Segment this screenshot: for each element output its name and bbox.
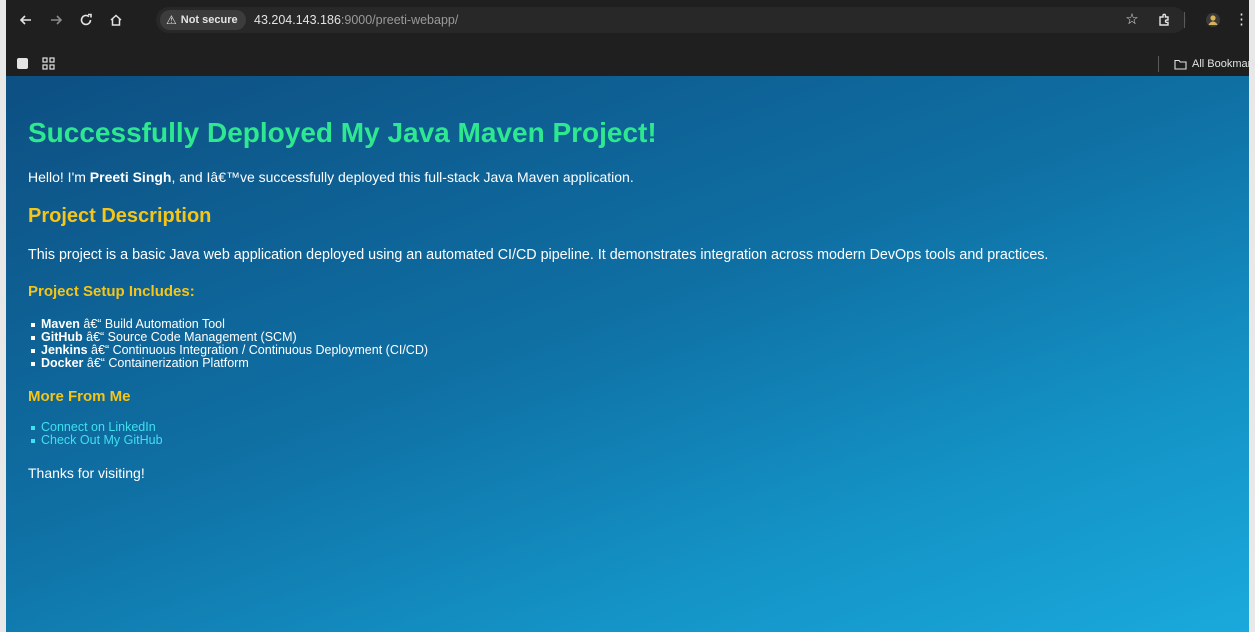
security-chip[interactable]: ⚠ Not secure	[160, 10, 246, 30]
toolbar-separator	[1184, 12, 1185, 28]
tool-detail: â€“ Source Code Management (SCM)	[82, 330, 297, 344]
links-list: Connect on LinkedIn Check Out My GitHub	[28, 421, 1227, 447]
tool-name: Maven	[41, 317, 80, 331]
intro-suffix: , and Iâ€™ve successfully deployed this …	[171, 169, 634, 185]
intro-prefix: Hello! I'm	[28, 169, 90, 185]
all-bookmarks-label: All Bookmarks	[1192, 58, 1255, 70]
tool-detail: â€“ Containerization Platform	[83, 356, 249, 370]
security-label: Not secure	[180, 14, 238, 26]
warning-icon: ⚠	[166, 13, 177, 27]
back-icon[interactable]	[16, 10, 36, 30]
tool-detail: â€“ Build Automation Tool	[79, 317, 225, 331]
description-heading: Project Description	[28, 205, 212, 227]
folder-icon	[1174, 59, 1187, 70]
page-viewport: Successfully Deployed My Java Maven Proj…	[6, 76, 1249, 632]
profile-avatar-icon[interactable]	[1202, 10, 1224, 30]
bookmarks-bar: All Bookmarks	[6, 52, 1255, 76]
browser-window: ⚠ Not secure 43.204.143.186:9000/preeti-…	[0, 0, 1255, 632]
forward-icon[interactable]	[46, 10, 66, 30]
thanks-text: Thanks for visiting!	[28, 465, 145, 481]
extensions-icon[interactable]	[1154, 10, 1174, 30]
browser-toolbar: ⚠ Not secure 43.204.143.186:9000/preeti-…	[6, 0, 1249, 52]
setup-heading: Project Setup Includes:	[28, 283, 195, 300]
tool-name: GitHub	[41, 330, 83, 344]
sidebar-icon[interactable]	[16, 57, 29, 75]
url-host: 43.204.143.186	[254, 13, 341, 27]
tool-name: Jenkins	[41, 343, 88, 357]
url-path: :9000/preeti-webapp/	[340, 13, 459, 27]
url-text[interactable]: 43.204.143.186:9000/preeti-webapp/	[254, 7, 458, 33]
tool-name: Docker	[41, 356, 84, 370]
list-item: Connect on LinkedIn	[28, 421, 1227, 434]
reload-icon[interactable]	[76, 10, 96, 30]
page-title: Successfully Deployed My Java Maven Proj…	[28, 117, 657, 148]
bookmarks-separator	[1158, 56, 1159, 72]
setup-list: Maven â€“ Build Automation Tool GitHub â…	[28, 318, 1227, 370]
intro-text: Hello! I'm Preeti Singh, and Iâ€™ve succ…	[28, 168, 1227, 186]
star-icon[interactable]: ☆	[1122, 10, 1142, 30]
menu-icon[interactable]: ⋮	[1234, 10, 1249, 30]
tool-detail: â€“ Continuous Integration / Continuous …	[87, 343, 429, 357]
list-item: Check Out My GitHub	[28, 434, 1227, 447]
all-bookmarks-button[interactable]: All Bookmarks	[1174, 52, 1255, 76]
address-bar[interactable]: ⚠ Not secure 43.204.143.186:9000/preeti-…	[156, 7, 1186, 33]
author-name: Preeti Singh	[89, 169, 172, 185]
more-heading: More From Me	[28, 388, 131, 405]
apps-grid-icon[interactable]	[42, 57, 55, 75]
linkedin-link[interactable]: Connect on LinkedIn	[41, 420, 156, 434]
home-icon[interactable]	[106, 10, 126, 30]
github-link[interactable]: Check Out My GitHub	[41, 433, 163, 447]
project-description: This project is a basic Java web applica…	[28, 247, 1049, 263]
list-item: Docker â€“ Containerization Platform	[28, 357, 1227, 370]
